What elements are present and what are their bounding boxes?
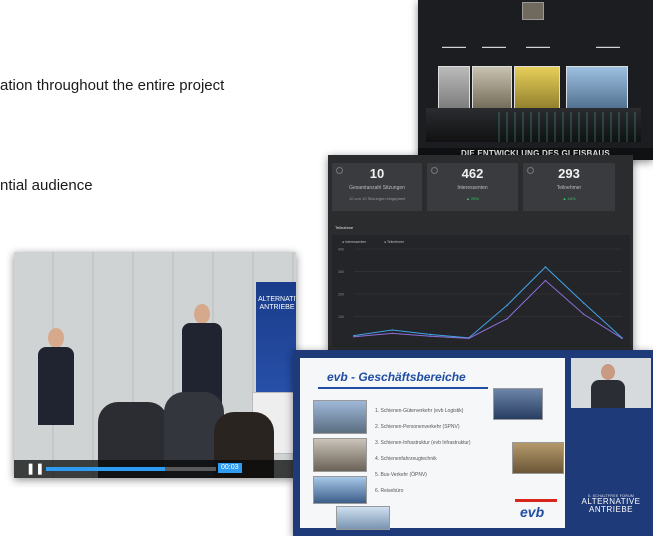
intro-text-line-2: ntial audience: [0, 177, 93, 194]
slide-photo: [493, 388, 543, 420]
video-player-screenshot: ALTERNATIVE ANTRIEBE ❚❚ 00:03: [14, 252, 296, 478]
series-line-interessenten: [353, 266, 623, 339]
stat-card-participants: 293 Teilnehmer ▲ 44%: [523, 163, 615, 211]
brand-small: 5. SCHALTFREE FORUM: [587, 494, 635, 498]
slide-list-item: 5. Bus-Verkehr (ÖPNV): [375, 472, 427, 478]
progress-bar[interactable]: [46, 467, 216, 471]
data-point: [429, 335, 432, 338]
timeline-header: ▬▬▬▬▬▬: [482, 44, 506, 49]
speaker-body: [591, 380, 625, 408]
slide-list-item: 3. Schienen-Infrastruktur (evb Infrastru…: [375, 440, 471, 446]
timeline-header: ▬▬▬▬▬▬: [596, 44, 620, 49]
stat-value: 10: [369, 166, 385, 181]
y-tick-label: 100: [338, 315, 344, 319]
slide-presentation-screenshot: evb - Geschäftsbereiche 1. Schienen-Güte…: [293, 350, 653, 536]
slide-list-item: 6. Reisebüro: [375, 488, 404, 494]
speaker-webcam-thumbnail: [522, 2, 544, 20]
stat-value: 462: [461, 166, 484, 181]
stat-label: Gesamtanzahl Sitzungen: [349, 185, 405, 191]
history-photo: [438, 66, 470, 113]
y-tick-label: 200: [338, 293, 344, 297]
evb-logo: evb: [520, 504, 545, 520]
presentation-screenshot: ▬▬▬▬▬▬ ▬▬▬▬▬▬ ▬▬▬▬▬▬ ▬▬▬▬▬▬ DIE ENTWICKL…: [418, 0, 653, 160]
stat-label: Interessenten: [457, 185, 488, 191]
stat-subtext: 10 von 10 Sitzungen eingeplant: [348, 196, 406, 201]
data-point: [468, 337, 470, 340]
stat-change: ▲ 25%: [465, 196, 480, 201]
timeline-header: ▬▬▬▬▬▬: [526, 44, 550, 49]
history-photo: [514, 66, 560, 113]
data-point: [582, 302, 585, 304]
data-point: [391, 332, 394, 335]
slide-title-underline: [318, 387, 488, 389]
participation-chart: ● Interessenten ● Teilnehmer 400 300 200 10…: [332, 235, 630, 347]
presenter-head: [194, 304, 210, 324]
y-tick-label: 300: [338, 270, 344, 274]
stat-value: 293: [558, 166, 580, 181]
banner-line: ALTERNATIVE: [258, 296, 296, 303]
history-photo: [566, 66, 628, 113]
data-point: [621, 337, 623, 340]
event-banner-text: ALTERNATIVE ANTRIEBE: [258, 296, 296, 312]
presenter-head: [48, 328, 64, 348]
progress-fill: [46, 467, 165, 471]
banner-line: ANTRIEBE: [259, 304, 295, 311]
intro-text-line-1: ation throughout the entire project: [0, 77, 225, 94]
speaker-head: [601, 364, 615, 380]
data-point: [544, 266, 547, 268]
data-point: [506, 317, 508, 320]
data-point: [429, 333, 432, 336]
brand-line: ANTRIEBE: [588, 505, 633, 514]
event-branding: 5. SCHALTFREE FORUM ALTERNATIVE ANTRIEBE: [572, 494, 650, 514]
data-point: [353, 335, 355, 338]
slide-photo: [313, 438, 367, 472]
slide-photo: [512, 442, 564, 474]
slide-list-item: 2. Schienen-Personenverkehr (SPNV): [375, 424, 460, 430]
series-line-teilnehmer: [353, 279, 623, 339]
speaker-webcam: [571, 358, 651, 408]
slide-list-item: 1. Schienen-Güterverkehr (evb Logistik): [375, 408, 464, 414]
timeline-header: ▬▬▬▬▬▬: [442, 44, 466, 49]
stat-card-sessions: 10 Gesamtanzahl Sitzungen 10 von 10 Sitz…: [332, 163, 422, 211]
video-controls: ❚❚ 00:03: [14, 460, 296, 478]
time-display: 00:03: [218, 463, 242, 473]
line-chart-svg: 400 300 200 100: [338, 248, 623, 340]
chart-title: Teilnahme: [335, 225, 354, 230]
data-point: [582, 313, 585, 316]
logo-bar: [515, 499, 557, 502]
slide-title: evb - Geschäftsbereiche: [327, 370, 466, 384]
data-point: [391, 329, 394, 331]
webinar-dashboard-screenshot: 10 Gesamtanzahl Sitzungen 10 von 10 Sitz…: [328, 155, 633, 350]
stat-change: ▲ 44%: [562, 196, 576, 201]
history-photo: [472, 66, 512, 113]
pause-icon[interactable]: ❚❚: [26, 463, 44, 475]
stat-label: Teilnehmer: [556, 185, 582, 191]
slide-photo: [313, 476, 367, 504]
y-tick-label: 400: [338, 248, 344, 252]
slide-canvas: evb - Geschäftsbereiche 1. Schienen-Güte…: [300, 358, 565, 530]
data-point: [544, 279, 547, 282]
slide-photo: [313, 400, 367, 434]
stat-card-interested: 462 Interessenten ▲ 25%: [427, 163, 518, 211]
slide-list-item: 4. Schienenfahrzeugtechnik: [375, 456, 437, 462]
timeline-grid: [498, 112, 638, 142]
data-point: [506, 304, 508, 307]
presenter-left: [38, 347, 74, 425]
slide-photo: [336, 506, 390, 530]
